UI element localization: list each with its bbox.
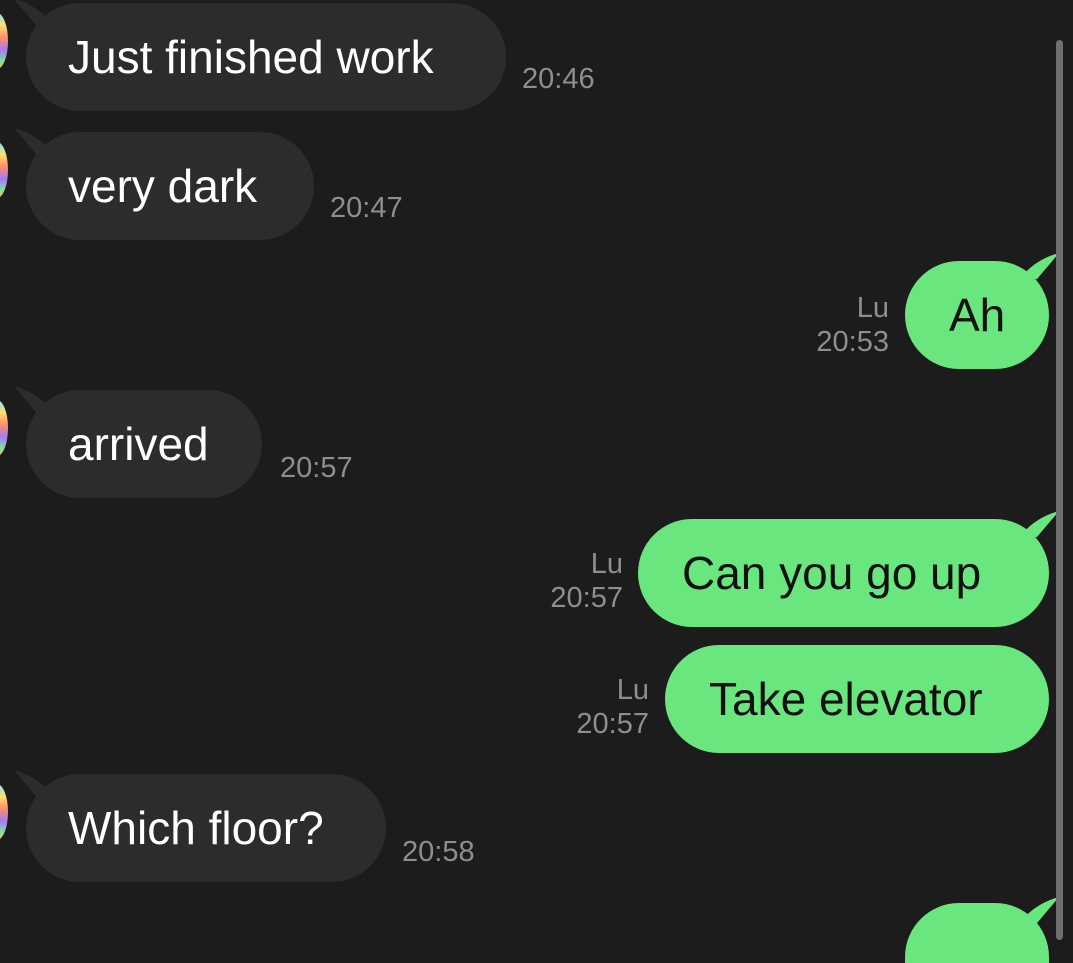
message-timestamp: 20:46 <box>522 63 595 95</box>
contact-avatar[interactable] <box>0 784 8 840</box>
sender-name: Lu <box>856 292 889 324</box>
message-bubble[interactable]: arrived <box>26 390 262 498</box>
sender-name: Lu <box>590 548 623 580</box>
message-bubble[interactable]: very dark <box>26 132 314 240</box>
bubble-tail-icon <box>1019 511 1059 537</box>
contact-avatar[interactable] <box>0 142 8 198</box>
message-bubble[interactable]: Can you go up <box>638 519 1049 627</box>
message-timestamp: 20:58 <box>402 836 475 868</box>
message-timestamp: 20:47 <box>330 192 403 224</box>
message-meta: Lu 20:57 <box>550 547 623 615</box>
message-timestamp: 20:57 <box>576 708 649 740</box>
contact-avatar[interactable] <box>0 13 8 69</box>
contact-avatar[interactable] <box>0 400 8 456</box>
message-bubble[interactable]: Just finished work <box>26 3 506 111</box>
message-meta: Lu 20:57 <box>576 673 649 741</box>
message-timestamp: 20:53 <box>816 326 889 358</box>
message-meta: Lu 20:53 <box>816 291 889 359</box>
message-timestamp: 20:57 <box>550 582 623 614</box>
message-timestamp: 20:57 <box>280 452 353 484</box>
message-bubble[interactable]: Take elevator <box>665 645 1049 753</box>
scrollbar[interactable] <box>1056 40 1063 940</box>
message-bubble[interactable]: Which floor? <box>26 774 386 882</box>
bubble-tail-icon <box>1019 253 1059 279</box>
sender-name: Lu <box>616 674 649 706</box>
bubble-tail-icon <box>1019 897 1059 923</box>
